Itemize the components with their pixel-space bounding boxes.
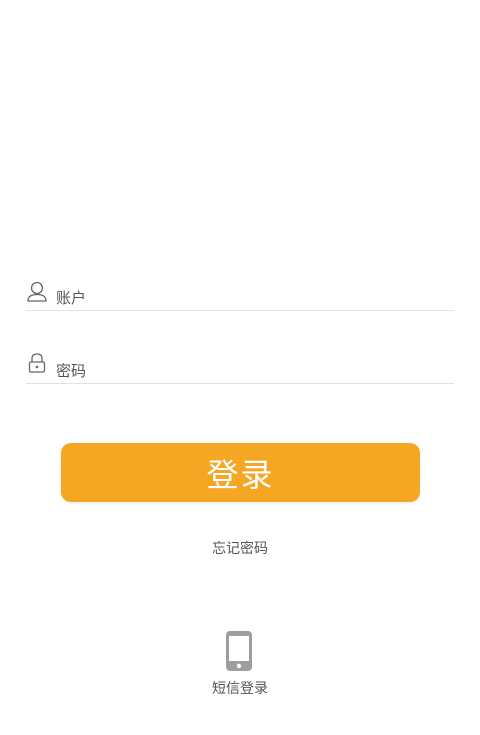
forgot-password-link[interactable]: 忘记密码 — [0, 538, 480, 558]
phone-icon — [225, 630, 253, 672]
account-field[interactable] — [26, 276, 454, 311]
lock-icon — [26, 351, 48, 375]
password-field[interactable] — [26, 349, 454, 384]
sms-login-label: 短信登录 — [212, 681, 268, 697]
password-input[interactable] — [56, 349, 454, 383]
account-input[interactable] — [56, 276, 454, 310]
sms-login-button[interactable]: 短信登录 — [190, 628, 290, 700]
login-button[interactable]: 登录 — [61, 443, 420, 502]
user-icon — [26, 280, 48, 304]
